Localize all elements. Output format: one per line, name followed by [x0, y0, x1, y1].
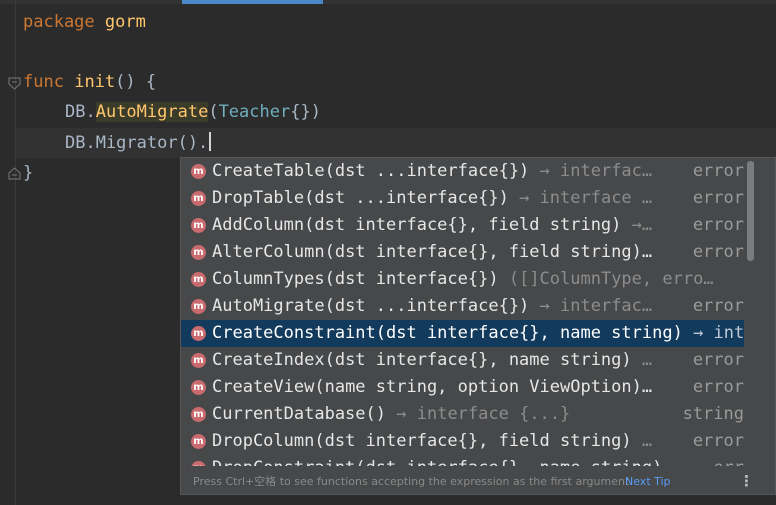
completion-item[interactable]: m AutoMigrate(dst ...interface{}) → inte… — [181, 293, 744, 320]
more-options-icon[interactable]: ⋮ — [739, 468, 754, 494]
completion-item[interactable]: m AddColumn(dst interface{}, field strin… — [181, 212, 744, 239]
completion-item[interactable]: m DropTable(dst ...interface{}) → interf… — [181, 185, 744, 212]
code-line-automigrate[interactable]: DB.AutoMigrate(Teacher{}) — [65, 97, 321, 127]
active-tab-indicator — [182, 0, 323, 4]
code-line-func-init[interactable]: func init() { — [23, 67, 156, 97]
completion-scrollbar[interactable] — [747, 161, 754, 261]
method-icon: m — [191, 407, 206, 422]
completion-footer: Press Ctrl+空格 to see functions accepting… — [181, 468, 775, 494]
fold-arrow-icon[interactable] — [8, 77, 21, 90]
method-icon: m — [191, 218, 206, 233]
completion-item[interactable]: m CreateView(name string, option ViewOpt… — [181, 374, 744, 401]
method-icon: m — [191, 434, 206, 449]
method-icon: m — [191, 245, 206, 260]
method-icon: m — [191, 164, 206, 179]
completion-item[interactable]: m DropColumn(dst interface{}, field stri… — [181, 428, 744, 455]
code-completion-popup[interactable]: m CreateTable(dst ...interface{}) → inte… — [180, 157, 776, 495]
completion-item[interactable]: m ColumnTypes(dst interface{}) ([]Column… — [181, 266, 744, 293]
method-icon: m — [191, 326, 206, 341]
code-line-close-brace[interactable]: } — [23, 158, 33, 188]
code-line-migrator[interactable]: DB.Migrator(). — [65, 128, 212, 158]
completion-item[interactable]: m CurrentDatabase() → interface {...} st… — [181, 401, 744, 428]
method-icon: m — [191, 380, 206, 395]
editor-tab-strip — [0, 0, 776, 4]
method-icon: m — [191, 299, 206, 314]
method-icon: m — [191, 272, 206, 287]
code-line-package[interactable]: package gorm — [23, 7, 146, 37]
text-caret — [209, 132, 212, 151]
completion-item[interactable]: m AlterColumn(dst interface{}, field str… — [181, 239, 744, 266]
gutter-divider — [15, 0, 16, 505]
completion-list[interactable]: m CreateTable(dst ...interface{}) → inte… — [181, 158, 744, 466]
fold-end-icon[interactable] — [8, 167, 21, 180]
completion-item[interactable]: m CreateIndex(dst interface{}, name stri… — [181, 347, 744, 374]
completion-item-selected[interactable]: m CreateConstraint(dst interface{}, name… — [181, 320, 744, 347]
completion-item[interactable]: m DropConstraint(dst interface{}, name s… — [181, 455, 744, 466]
method-icon: m — [191, 353, 206, 368]
method-icon: m — [191, 461, 206, 466]
method-icon: m — [191, 191, 206, 206]
next-tip-link[interactable]: Next Tip — [625, 468, 671, 494]
completion-item[interactable]: m CreateTable(dst ...interface{}) → inte… — [181, 158, 744, 185]
